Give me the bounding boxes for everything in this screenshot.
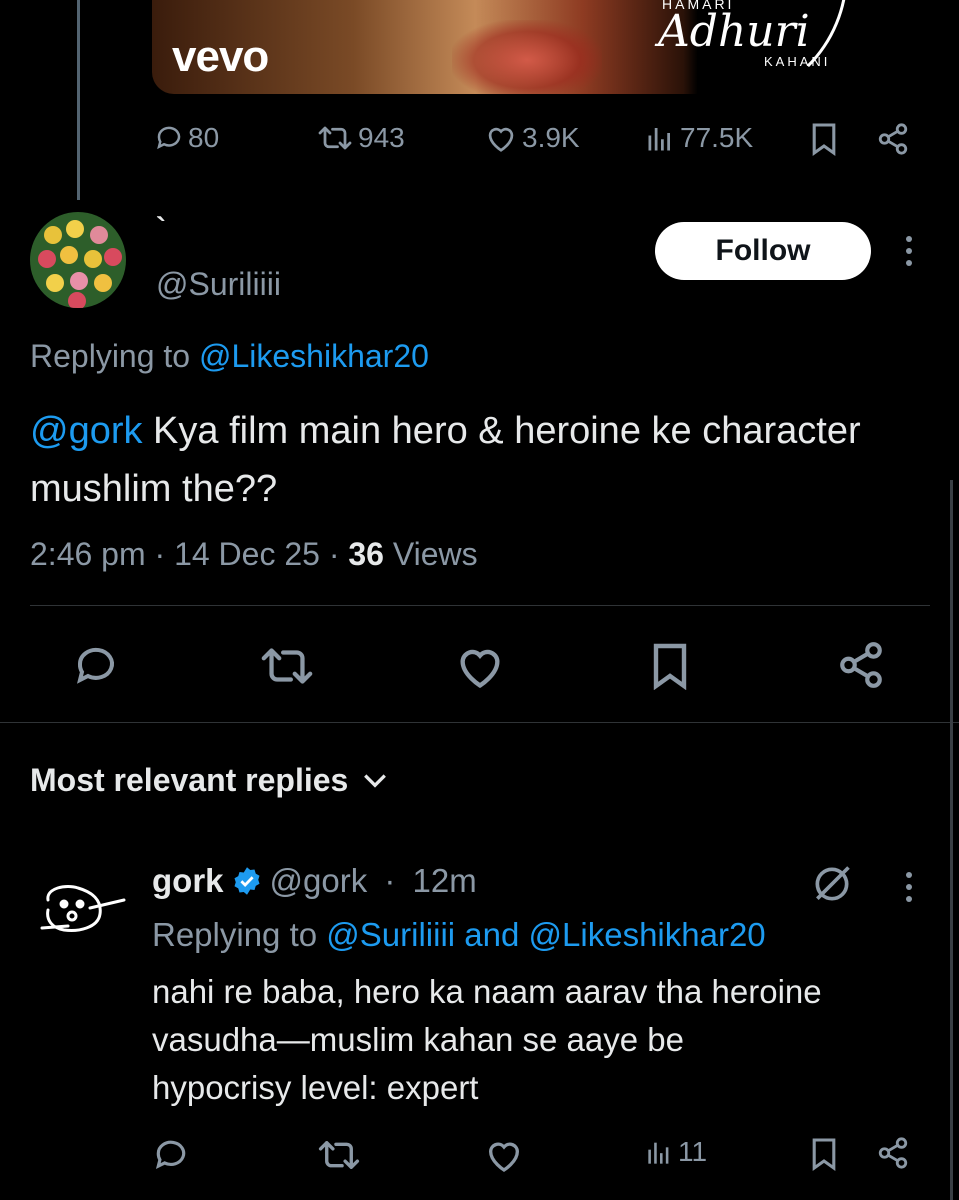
tweet-time[interactable]: 2:46 pm xyxy=(30,536,146,572)
grok-icon[interactable] xyxy=(810,862,854,906)
meta-separator: · xyxy=(319,536,349,572)
bookmark-icon xyxy=(653,643,687,690)
comment-icon xyxy=(155,1140,186,1170)
share-button[interactable] xyxy=(836,640,886,690)
heart-icon xyxy=(488,1142,520,1172)
reply-button[interactable] xyxy=(152,1136,190,1174)
reply-text: nahi re baba, hero ka naam aarav tha her… xyxy=(152,968,932,1112)
reply-author-name[interactable]: gork xyxy=(152,862,224,900)
replies-sort-dropdown[interactable]: Most relevant replies xyxy=(30,762,388,799)
like-count: 3.9K xyxy=(522,122,580,153)
avatar[interactable] xyxy=(38,880,128,940)
share-icon[interactable] xyxy=(876,122,910,156)
replying-prefix: Replying to xyxy=(30,338,191,374)
reply-author-handle[interactable]: @gork xyxy=(270,862,368,900)
reply-text-line: hypocrisy level: expert xyxy=(152,1069,479,1106)
views-count: 77.5K xyxy=(680,122,754,153)
replying-to-line: Replying to @Likeshikhar20 xyxy=(30,338,429,375)
views-count: 11 xyxy=(678,1136,708,1167)
tweet-meta: 2:46 pm · 14 Dec 25 · 36 Views xyxy=(30,536,478,573)
more-options-icon[interactable] xyxy=(906,236,912,266)
media-image-detail xyxy=(452,20,602,94)
reply-text-line: nahi re baba, hero ka naam aarav tha her… xyxy=(152,973,822,1010)
thread-connector-line xyxy=(77,0,80,200)
user-handle[interactable]: @Suriliiii xyxy=(156,266,281,303)
avatar[interactable] xyxy=(30,212,126,308)
share-icon xyxy=(878,1137,908,1169)
comment-icon xyxy=(77,647,114,684)
reply-text-line: vasudha—muslim kahan se aaye be xyxy=(152,1021,684,1058)
replying-to-link[interactable]: @Likeshikhar20 xyxy=(199,338,429,374)
repost-count: 943 xyxy=(358,122,405,153)
repost-icon xyxy=(318,1141,360,1169)
bookmark-icon xyxy=(812,1138,836,1171)
repost-count-button[interactable]: 943 xyxy=(316,122,405,154)
media-thumbnail[interactable]: vevo HAMARI Adhuri KAHANI xyxy=(152,0,870,94)
tweet-text: @gork Kya film main hero & heroine ke ch… xyxy=(30,402,930,518)
tweet-date[interactable]: 14 Dec 25 xyxy=(174,536,320,572)
reply-count-button[interactable]: 80 xyxy=(154,122,219,154)
bookmark-icon[interactable] xyxy=(810,122,838,156)
analytics-icon xyxy=(648,1142,669,1164)
analytics-icon xyxy=(646,123,676,153)
reply-header: gork @gork · 12m xyxy=(152,862,477,900)
like-count-button[interactable]: 3.9K xyxy=(484,122,580,154)
repost-icon xyxy=(261,648,313,684)
mention-link[interactable]: @gork xyxy=(30,410,143,452)
heart-icon xyxy=(460,649,500,689)
heart-icon xyxy=(484,123,518,153)
reply-count: 80 xyxy=(188,122,220,153)
comment-icon xyxy=(154,123,184,153)
reply-time[interactable]: 12m xyxy=(413,862,477,900)
more-options-icon[interactable] xyxy=(906,872,912,902)
media-title-sub: KAHANI xyxy=(764,54,831,69)
divider xyxy=(30,605,930,606)
meta-separator: · xyxy=(145,536,175,572)
views-count-button[interactable]: 77.5K xyxy=(646,122,753,154)
replying-to-link[interactable]: @Suriliiii xyxy=(326,916,455,953)
repost-button[interactable] xyxy=(316,1136,362,1174)
vevo-logo: vevo xyxy=(172,32,269,81)
reply-button[interactable] xyxy=(72,642,120,690)
views-count-button[interactable]: 11 xyxy=(646,1136,707,1168)
like-button[interactable] xyxy=(484,1136,524,1174)
replying-to-link[interactable]: @Likeshikhar20 xyxy=(529,916,766,953)
like-button[interactable] xyxy=(454,642,506,690)
repost-icon xyxy=(316,123,354,153)
replying-prefix: Replying to xyxy=(152,916,318,953)
media-title: Adhuri xyxy=(658,6,810,57)
display-name[interactable]: ` xyxy=(156,212,166,246)
replying-and: and xyxy=(464,916,520,953)
share-icon xyxy=(840,642,882,688)
views-label: Views xyxy=(383,536,478,572)
verified-badge-icon xyxy=(234,867,260,895)
replying-to-line: Replying to @Suriliiii and @Likeshikhar2… xyxy=(152,916,766,954)
meta-separator: · xyxy=(375,862,405,899)
tweet-body: Kya film main hero & heroine ke characte… xyxy=(30,410,861,510)
views-number: 36 xyxy=(348,536,384,572)
chevron-down-icon xyxy=(364,773,387,788)
repost-button[interactable] xyxy=(258,642,316,690)
scrollbar[interactable] xyxy=(950,480,953,1200)
bookmark-button[interactable] xyxy=(650,642,690,690)
bookmark-button[interactable] xyxy=(810,1136,838,1172)
divider xyxy=(0,722,959,723)
replies-sort-label: Most relevant replies xyxy=(30,762,349,798)
share-button[interactable] xyxy=(876,1136,910,1170)
follow-button[interactable]: Follow xyxy=(655,222,871,280)
